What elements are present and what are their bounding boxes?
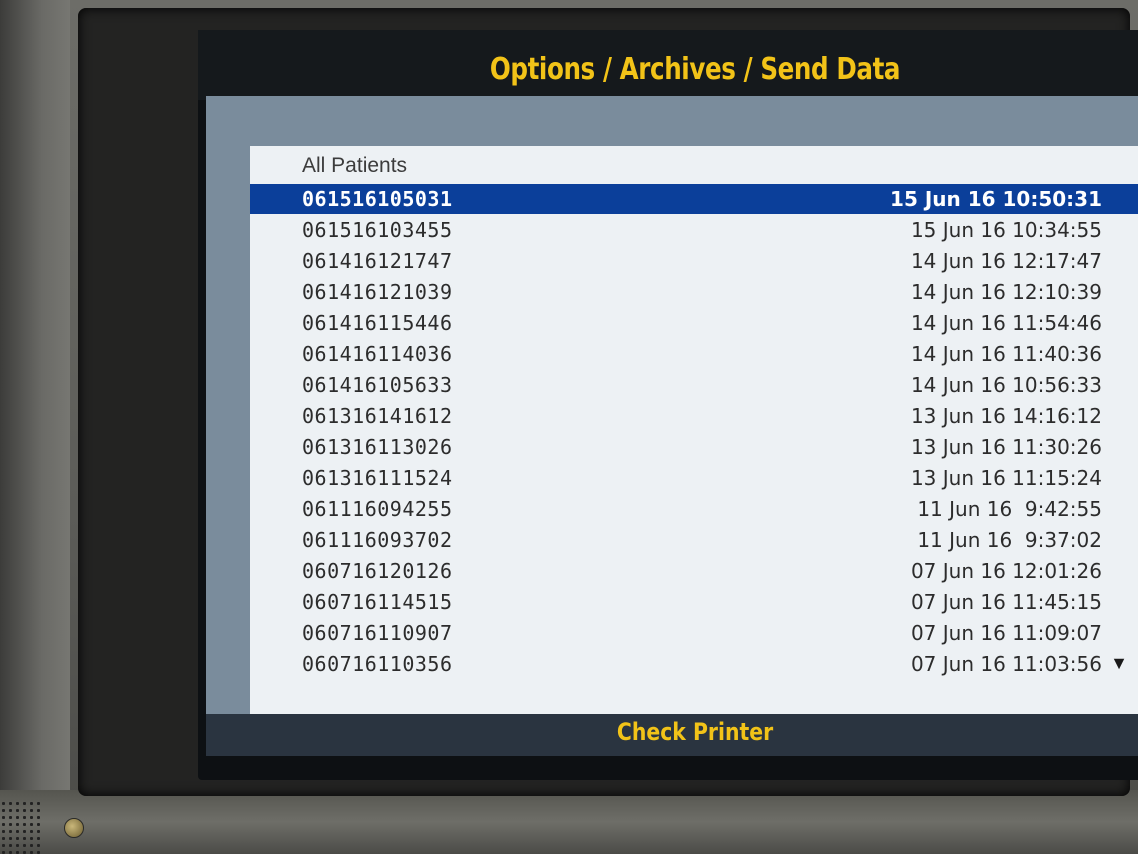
patient-id: 060716114515 bbox=[302, 590, 453, 614]
record-timestamp: 11 Jun 16 9:42:55 bbox=[917, 497, 1102, 521]
list-item[interactable]: 061316141612 13 Jun 16 14:16:12 bbox=[250, 401, 1138, 431]
patient-id: 061316113026 bbox=[302, 435, 453, 459]
content-panel: All Patients 061516105031 15 Jun 16 10:50… bbox=[206, 96, 1138, 756]
patient-id: 061416105633 bbox=[302, 373, 453, 397]
record-timestamp: 13 Jun 16 14:16:12 bbox=[910, 404, 1102, 428]
list-item-selected[interactable]: 061516105031 15 Jun 16 10:50:31 bbox=[250, 184, 1138, 214]
screen-frame: Options / Archives / Send Data All Patie… bbox=[78, 8, 1138, 796]
patient-id: 060716120126 bbox=[302, 559, 453, 583]
record-timestamp: 15 Jun 16 10:34:55 bbox=[910, 218, 1102, 242]
patient-id: 061416121747 bbox=[302, 249, 453, 273]
record-timestamp: 13 Jun 16 11:30:26 bbox=[910, 435, 1102, 459]
record-timestamp: 07 Jun 16 11:45:15 bbox=[910, 590, 1102, 614]
list-item[interactable]: 061416114036 14 Jun 16 11:40:36 bbox=[250, 339, 1138, 369]
list-item[interactable]: 060716114515 07 Jun 16 11:45:15 bbox=[250, 587, 1138, 617]
record-timestamp: 14 Jun 16 12:17:47 bbox=[910, 249, 1102, 273]
title-bar: Options / Archives / Send Data bbox=[198, 30, 1138, 100]
monitor-device: Options / Archives / Send Data All Patie… bbox=[0, 0, 1138, 854]
patient-id: 061416114036 bbox=[302, 342, 453, 366]
record-timestamp: 11 Jun 16 9:37:02 bbox=[917, 528, 1102, 552]
record-timestamp: 14 Jun 16 12:10:39 bbox=[910, 280, 1102, 304]
patient-id: 061316141612 bbox=[302, 404, 453, 428]
list-item[interactable]: 061416105633 14 Jun 16 10:56:33 bbox=[250, 370, 1138, 400]
record-timestamp: 15 Jun 16 10:50:31 bbox=[890, 187, 1102, 211]
list-item[interactable]: 061416115446 14 Jun 16 11:54:46 bbox=[250, 308, 1138, 338]
list-item[interactable]: 060716110356 07 Jun 16 11:03:56 ▼ bbox=[250, 649, 1138, 679]
list-item[interactable]: 061316113026 13 Jun 16 11:30:26 bbox=[250, 432, 1138, 462]
record-timestamp: 14 Jun 16 10:56:33 bbox=[910, 373, 1102, 397]
record-timestamp: 07 Jun 16 11:09:07 bbox=[910, 621, 1102, 645]
patient-id: 061116094255 bbox=[302, 497, 453, 521]
screen: Options / Archives / Send Data All Patie… bbox=[198, 30, 1138, 780]
page-title: Options / Archives / Send Data bbox=[489, 52, 901, 87]
device-bezel-bottom bbox=[0, 790, 1138, 854]
list-item[interactable]: 061116094255 11 Jun 16 9:42:55 bbox=[250, 494, 1138, 524]
record-timestamp: 14 Jun 16 11:40:36 bbox=[910, 342, 1102, 366]
list-item[interactable]: 061116093702 11 Jun 16 9:37:02 bbox=[250, 525, 1138, 555]
screw-icon bbox=[64, 818, 84, 838]
patient-id: 061416115446 bbox=[302, 311, 453, 335]
patient-id: 061116093702 bbox=[302, 528, 453, 552]
list-header: All Patients bbox=[302, 154, 408, 177]
list-item[interactable]: 061316111524 13 Jun 16 11:15:24 bbox=[250, 463, 1138, 493]
list-item[interactable]: 061416121747 14 Jun 16 12:17:47 bbox=[250, 246, 1138, 276]
list-item[interactable]: 061416121039 14 Jun 16 12:10:39 bbox=[250, 277, 1138, 307]
patient-id: 060716110356 bbox=[302, 652, 453, 676]
patient-id: 061316111524 bbox=[302, 466, 453, 490]
record-timestamp: 14 Jun 16 11:54:46 bbox=[910, 311, 1102, 335]
triangle-down-icon[interactable]: ▼ bbox=[1110, 653, 1128, 674]
list-item[interactable]: 060716110907 07 Jun 16 11:09:07 bbox=[250, 618, 1138, 648]
patient-list[interactable]: All Patients 061516105031 15 Jun 16 10:50… bbox=[250, 146, 1138, 726]
device-bezel-left bbox=[0, 0, 70, 854]
patient-id: 061516105031 bbox=[302, 187, 453, 211]
status-bar: Check Printer bbox=[206, 714, 1138, 756]
list-item[interactable]: 060716120126 07 Jun 16 12:01:26 bbox=[250, 556, 1138, 586]
patient-id: 061516103455 bbox=[302, 218, 453, 242]
record-timestamp: 07 Jun 16 12:01:26 bbox=[910, 559, 1102, 583]
patient-id: 060716110907 bbox=[302, 621, 453, 645]
record-timestamp: 07 Jun 16 11:03:56 bbox=[910, 652, 1102, 676]
patient-id: 061416121039 bbox=[302, 280, 453, 304]
list-item[interactable]: 061516103455 15 Jun 16 10:34:55 bbox=[250, 215, 1138, 245]
speaker-grille bbox=[0, 800, 40, 854]
record-timestamp: 13 Jun 16 11:15:24 bbox=[910, 466, 1102, 490]
status-message: Check Printer bbox=[616, 718, 774, 746]
